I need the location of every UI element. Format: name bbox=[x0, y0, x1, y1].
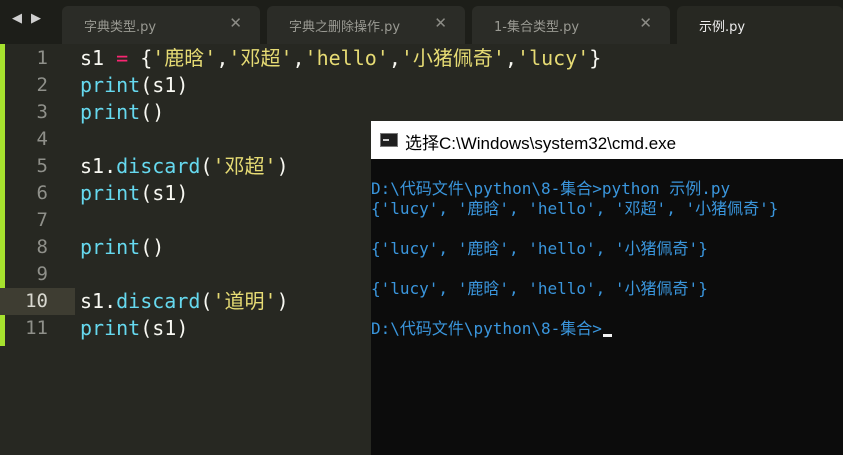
console-output-line: D:\代码文件\python\8-集合> bbox=[371, 319, 612, 339]
code-line[interactable]: print(s1) bbox=[80, 315, 188, 342]
code-token: s1 bbox=[80, 46, 117, 70]
code-token: } bbox=[589, 46, 602, 70]
code-token: print bbox=[80, 181, 141, 205]
console-output-line: D:\代码文件\python\8-集合>python 示例.py bbox=[371, 179, 731, 198]
code-token: (s1) bbox=[140, 316, 189, 340]
close-icon[interactable]: ✕ bbox=[639, 14, 652, 32]
code-token: 'lucy' bbox=[517, 46, 590, 70]
code-line[interactable]: s1.discard('邓超') bbox=[80, 153, 289, 180]
code-token: ( bbox=[200, 289, 213, 313]
tab-label: 字典类型.py bbox=[84, 20, 157, 35]
line-number: 11 bbox=[25, 317, 48, 339]
line-number: 4 bbox=[36, 128, 48, 150]
code-token: '邓超' bbox=[228, 46, 293, 70]
cmd-title-bar[interactable]: 选择C:\Windows\system32\cmd.exe bbox=[371, 121, 843, 159]
code-token: () bbox=[140, 100, 165, 124]
tab-dict-delete[interactable]: 字典之删除操作.py ✕ bbox=[267, 6, 465, 44]
code-line[interactable]: s1 = {'鹿晗','邓超','hello','小猪佩奇','lucy'} bbox=[80, 45, 601, 72]
code-token: , bbox=[388, 46, 401, 70]
code-token: , bbox=[504, 46, 518, 70]
tab-scroll-left-icon[interactable]: ◀ bbox=[12, 11, 22, 26]
line-number: 10 bbox=[25, 290, 48, 312]
code-token: discard bbox=[116, 154, 201, 178]
tab-set-type[interactable]: 1-集合类型.py ✕ bbox=[472, 6, 670, 44]
tab-bar: ◀ ▶ 字典类型.py ✕ 字典之删除操作.py ✕ 1-集合类型.py ✕ 示… bbox=[0, 0, 843, 44]
line-number: 8 bbox=[36, 236, 48, 258]
code-token: '道明' bbox=[212, 289, 277, 313]
code-token: '小猪佩奇' bbox=[400, 46, 505, 70]
code-token: 'hello' bbox=[304, 46, 389, 70]
code-token: print bbox=[80, 235, 141, 259]
code-token: print bbox=[80, 316, 141, 340]
cmd-title: 选择C:\Windows\system32\cmd.exe bbox=[405, 134, 677, 153]
console-output-line: {'lucy', '鹿晗', 'hello', '邓超', '小猪佩奇'} bbox=[371, 199, 779, 218]
code-token: { bbox=[128, 46, 153, 70]
line-number: 6 bbox=[36, 182, 48, 204]
code-token: , bbox=[216, 46, 229, 70]
code-line[interactable]: s1.discard('道明') bbox=[80, 288, 289, 315]
code-line[interactable]: print() bbox=[80, 99, 164, 126]
code-token: print bbox=[80, 73, 141, 97]
tab-scroll-right-icon[interactable]: ▶ bbox=[31, 11, 41, 26]
code-token: discard bbox=[116, 289, 201, 313]
console-output-line: {'lucy', '鹿晗', 'hello', '小猪佩奇'} bbox=[371, 239, 708, 258]
code-token: = bbox=[116, 46, 129, 70]
code-token: () bbox=[140, 235, 165, 259]
tab-label: 字典之删除操作.py bbox=[289, 20, 401, 35]
code-line[interactable]: print(s1) bbox=[80, 72, 188, 99]
tab-example[interactable]: 示例.py bbox=[677, 6, 843, 44]
code-token: '鹿晗' bbox=[152, 46, 217, 70]
code-token: s1. bbox=[80, 289, 117, 313]
line-number: 1 bbox=[36, 47, 48, 69]
tab-label: 1-集合类型.py bbox=[494, 20, 580, 35]
code-token: s1. bbox=[80, 154, 117, 178]
tab-dict-type[interactable]: 字典类型.py ✕ bbox=[62, 6, 260, 44]
code-token: (s1) bbox=[140, 181, 189, 205]
code-token: ( bbox=[200, 154, 213, 178]
code-token: , bbox=[292, 46, 305, 70]
code-token: print bbox=[80, 100, 141, 124]
code-token: (s1) bbox=[140, 73, 189, 97]
code-line[interactable]: print() bbox=[80, 234, 164, 261]
line-number: 7 bbox=[36, 209, 48, 231]
code-token: ) bbox=[276, 154, 289, 178]
console-output-line: {'lucy', '鹿晗', 'hello', '小猪佩奇'} bbox=[371, 279, 708, 298]
cmd-window[interactable]: 选择C:\Windows\system32\cmd.exe D:\代码文件\py… bbox=[371, 121, 843, 455]
code-token: ) bbox=[276, 289, 289, 313]
tab-label: 示例.py bbox=[699, 20, 746, 35]
console-icon bbox=[380, 133, 398, 147]
line-number: 3 bbox=[36, 101, 48, 123]
code-line[interactable]: print(s1) bbox=[80, 180, 188, 207]
line-number: 9 bbox=[36, 263, 48, 285]
line-number: 5 bbox=[36, 155, 48, 177]
line-number: 2 bbox=[36, 74, 48, 96]
text-cursor bbox=[602, 334, 612, 337]
close-icon[interactable]: ✕ bbox=[434, 14, 447, 32]
close-icon[interactable]: ✕ bbox=[229, 14, 242, 32]
code-token: '邓超' bbox=[212, 154, 277, 178]
